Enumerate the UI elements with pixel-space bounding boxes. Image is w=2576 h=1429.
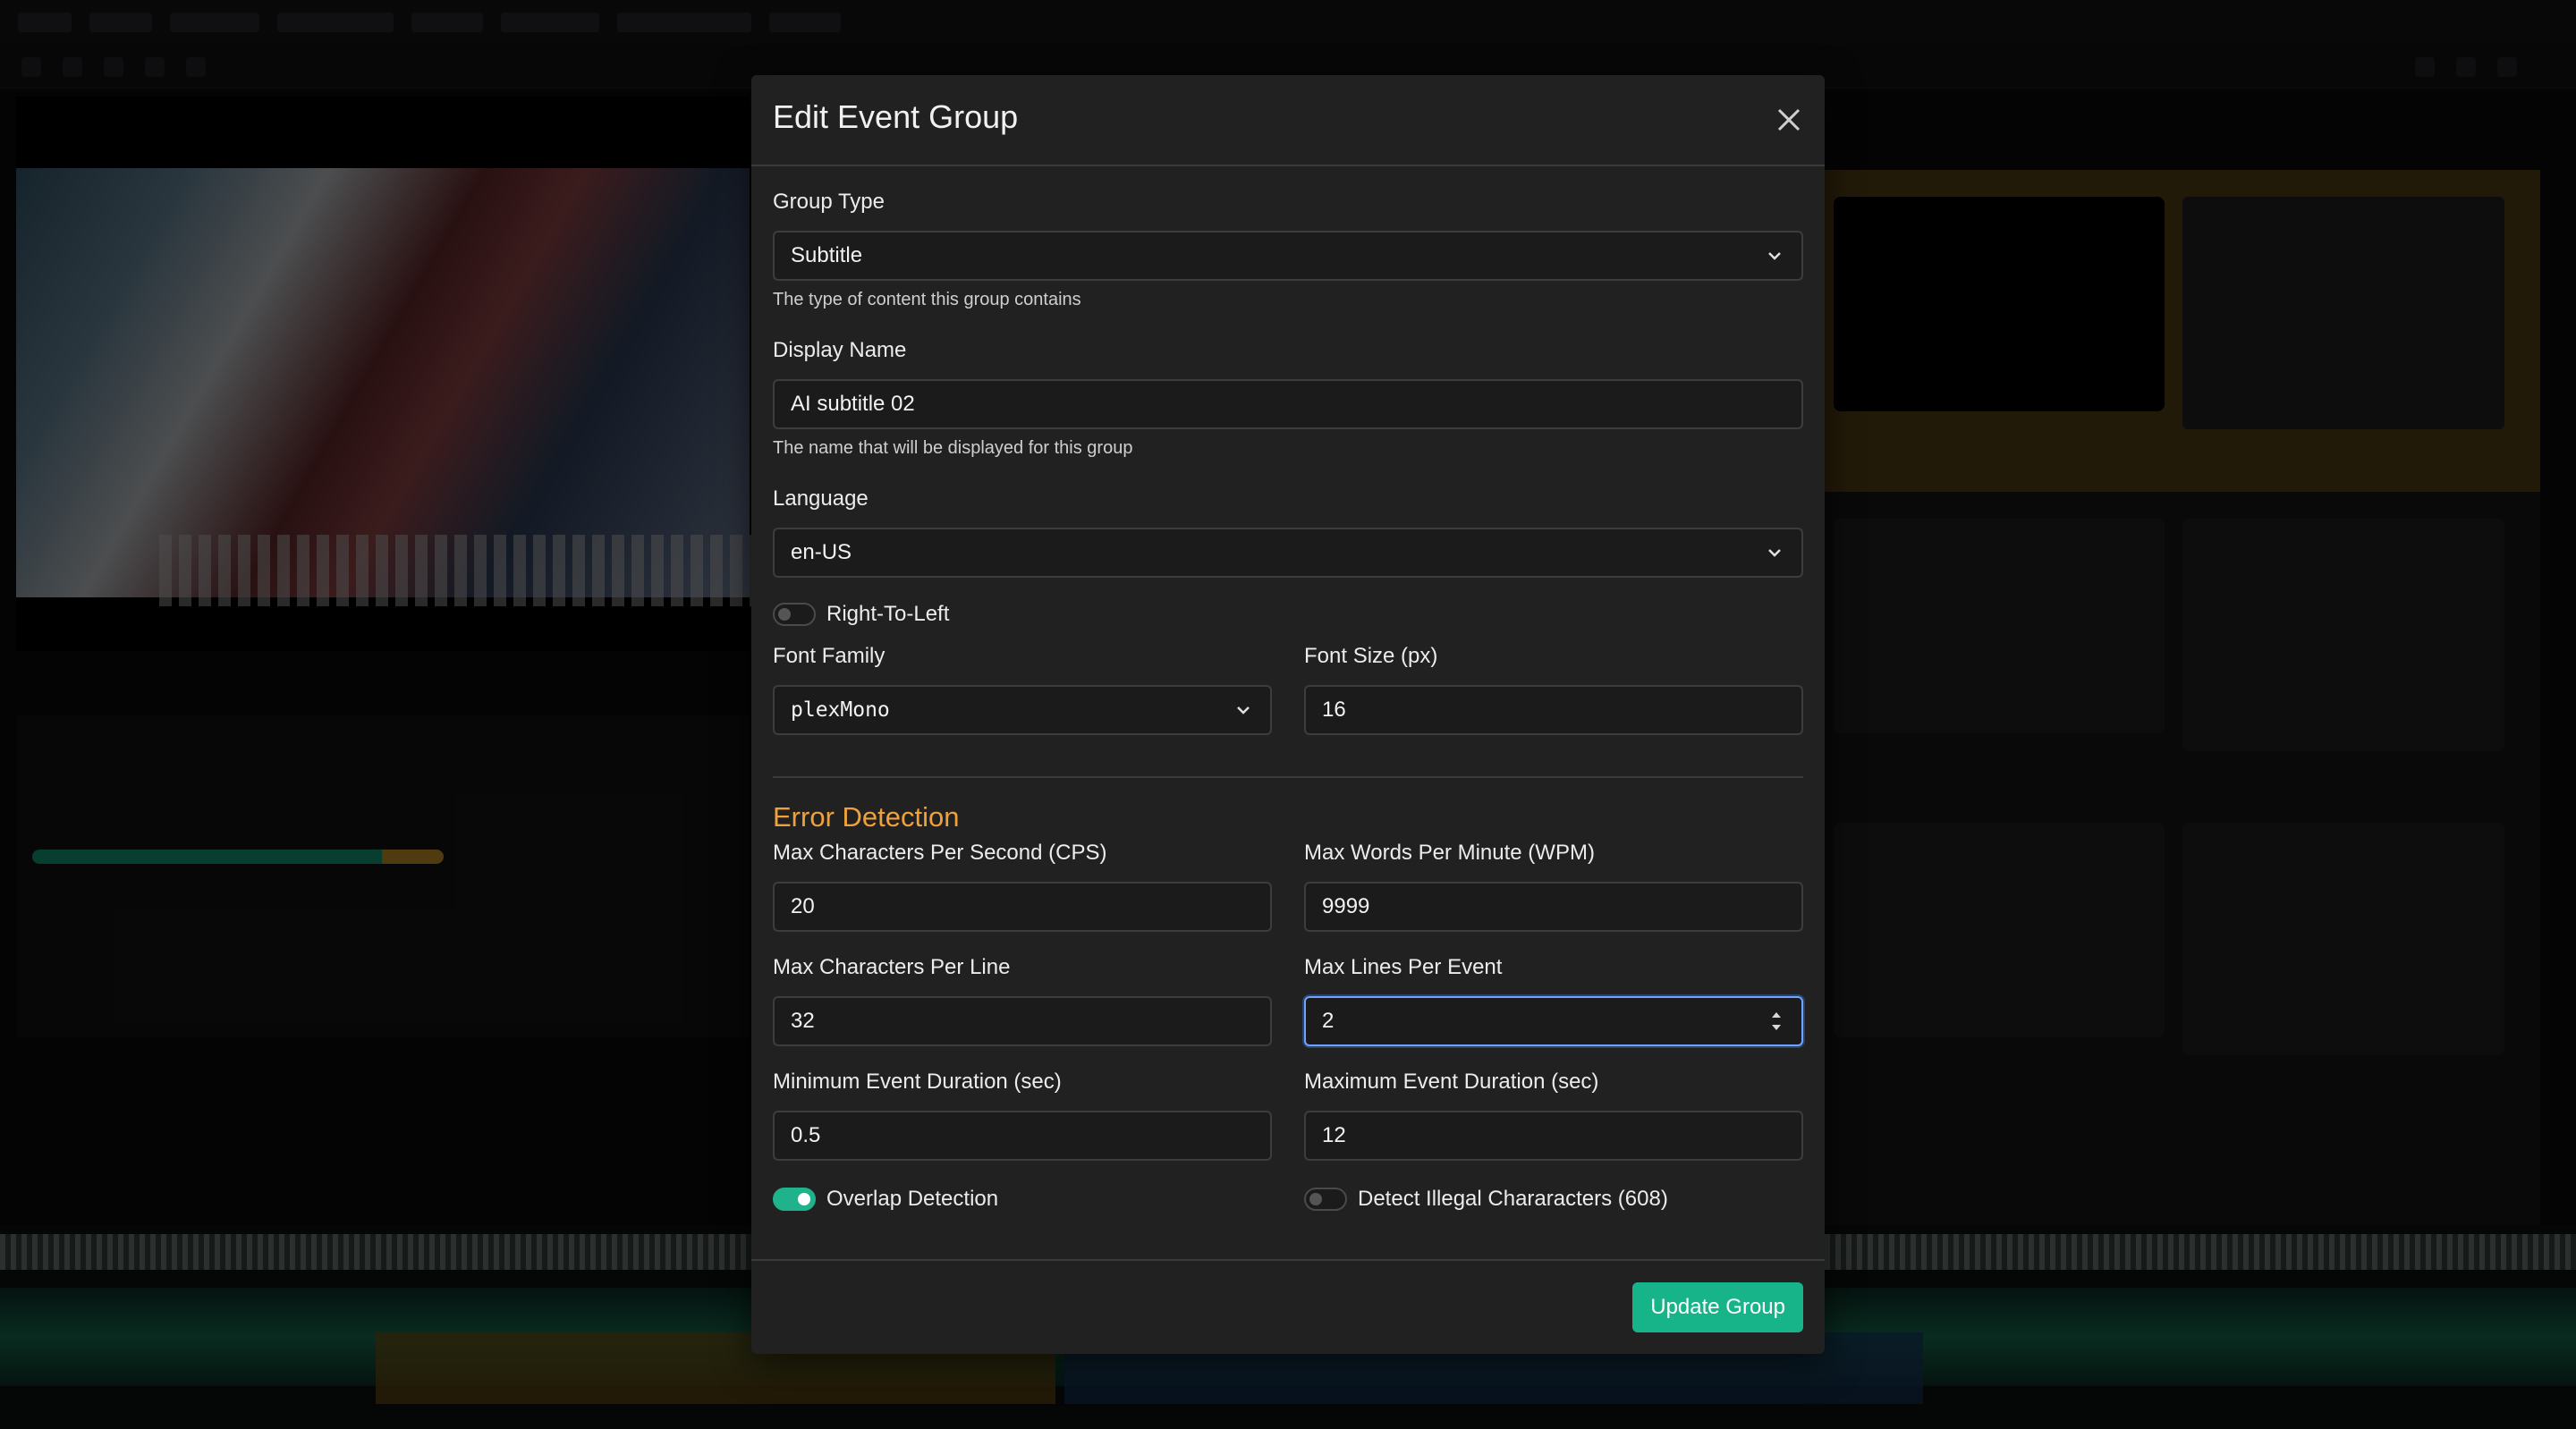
min-duration-label: Minimum Event Duration (sec) <box>773 1070 1062 1094</box>
font-family-value: plexMono <box>791 698 890 722</box>
group-type-help: The type of content this group contains <box>773 290 1081 309</box>
max-lines-per-event-value: 2 <box>1322 1009 1335 1033</box>
toggle-knob <box>1309 1193 1322 1205</box>
group-type-value: Subtitle <box>791 243 863 267</box>
language-label: Language <box>773 486 869 511</box>
max-duration-value: 12 <box>1322 1123 1346 1147</box>
max-lines-per-event-input[interactable]: 2 <box>1304 996 1803 1046</box>
min-duration-value: 0.5 <box>791 1123 821 1147</box>
edit-event-group-modal: Edit Event Group Group Type Subtitle The… <box>751 75 1825 1354</box>
illegal-chars-toggle[interactable] <box>1304 1188 1347 1211</box>
max-duration-input[interactable]: 12 <box>1304 1111 1803 1161</box>
max-wpm-label: Max Words Per Minute (WPM) <box>1304 841 1595 865</box>
font-size-value: 16 <box>1322 698 1346 722</box>
max-cps-label: Max Characters Per Second (CPS) <box>773 841 1107 865</box>
section-divider <box>773 776 1803 778</box>
max-cps-input[interactable]: 20 <box>773 882 1272 932</box>
rtl-toggle[interactable] <box>773 603 816 626</box>
overlap-detection-toggle[interactable] <box>773 1188 816 1211</box>
modal-header: Edit Event Group <box>751 75 1825 166</box>
chevron-down-icon <box>1768 549 1781 557</box>
illegal-chars-label: Detect Illegal Chararacters (608) <box>1358 1187 1668 1211</box>
group-type-select[interactable]: Subtitle <box>773 231 1803 281</box>
font-family-select[interactable]: plexMono <box>773 685 1272 735</box>
display-name-input[interactable]: AI subtitle 02 <box>773 379 1803 429</box>
language-value: en-US <box>791 540 852 564</box>
footer-divider <box>751 1259 1825 1261</box>
display-name-value: AI subtitle 02 <box>791 392 915 416</box>
update-group-button[interactable]: Update Group <box>1632 1282 1803 1332</box>
rtl-label: Right-To-Left <box>826 602 950 626</box>
font-size-input[interactable]: 16 <box>1304 685 1803 735</box>
max-cps-value: 20 <box>791 894 815 918</box>
modal-title: Edit Event Group <box>773 98 1019 135</box>
display-name-help: The name that will be displayed for this… <box>773 438 1133 458</box>
max-chars-per-line-label: Max Characters Per Line <box>773 955 1011 979</box>
font-size-label: Font Size (px) <box>1304 644 1438 668</box>
error-detection-title: Error Detection <box>773 801 960 833</box>
overlap-detection-label: Overlap Detection <box>826 1187 999 1211</box>
font-family-label: Font Family <box>773 644 886 668</box>
max-wpm-value: 9999 <box>1322 894 1370 918</box>
min-duration-input[interactable]: 0.5 <box>773 1111 1272 1161</box>
max-lines-per-event-label: Max Lines Per Event <box>1304 955 1503 979</box>
toggle-knob <box>798 1193 810 1205</box>
close-button[interactable] <box>1771 102 1807 138</box>
max-chars-per-line-input[interactable]: 32 <box>773 996 1272 1046</box>
max-wpm-input[interactable]: 9999 <box>1304 882 1803 932</box>
chevron-down-icon <box>1768 252 1781 260</box>
group-type-label: Group Type <box>773 190 885 214</box>
display-name-label: Display Name <box>773 338 907 362</box>
toggle-knob <box>778 608 791 621</box>
close-icon <box>1777 108 1801 131</box>
chevron-down-icon <box>1237 706 1250 714</box>
number-spinner-icon[interactable] <box>1769 1007 1784 1036</box>
max-chars-per-line-value: 32 <box>791 1009 815 1033</box>
language-select[interactable]: en-US <box>773 528 1803 578</box>
max-duration-label: Maximum Event Duration (sec) <box>1304 1070 1599 1094</box>
